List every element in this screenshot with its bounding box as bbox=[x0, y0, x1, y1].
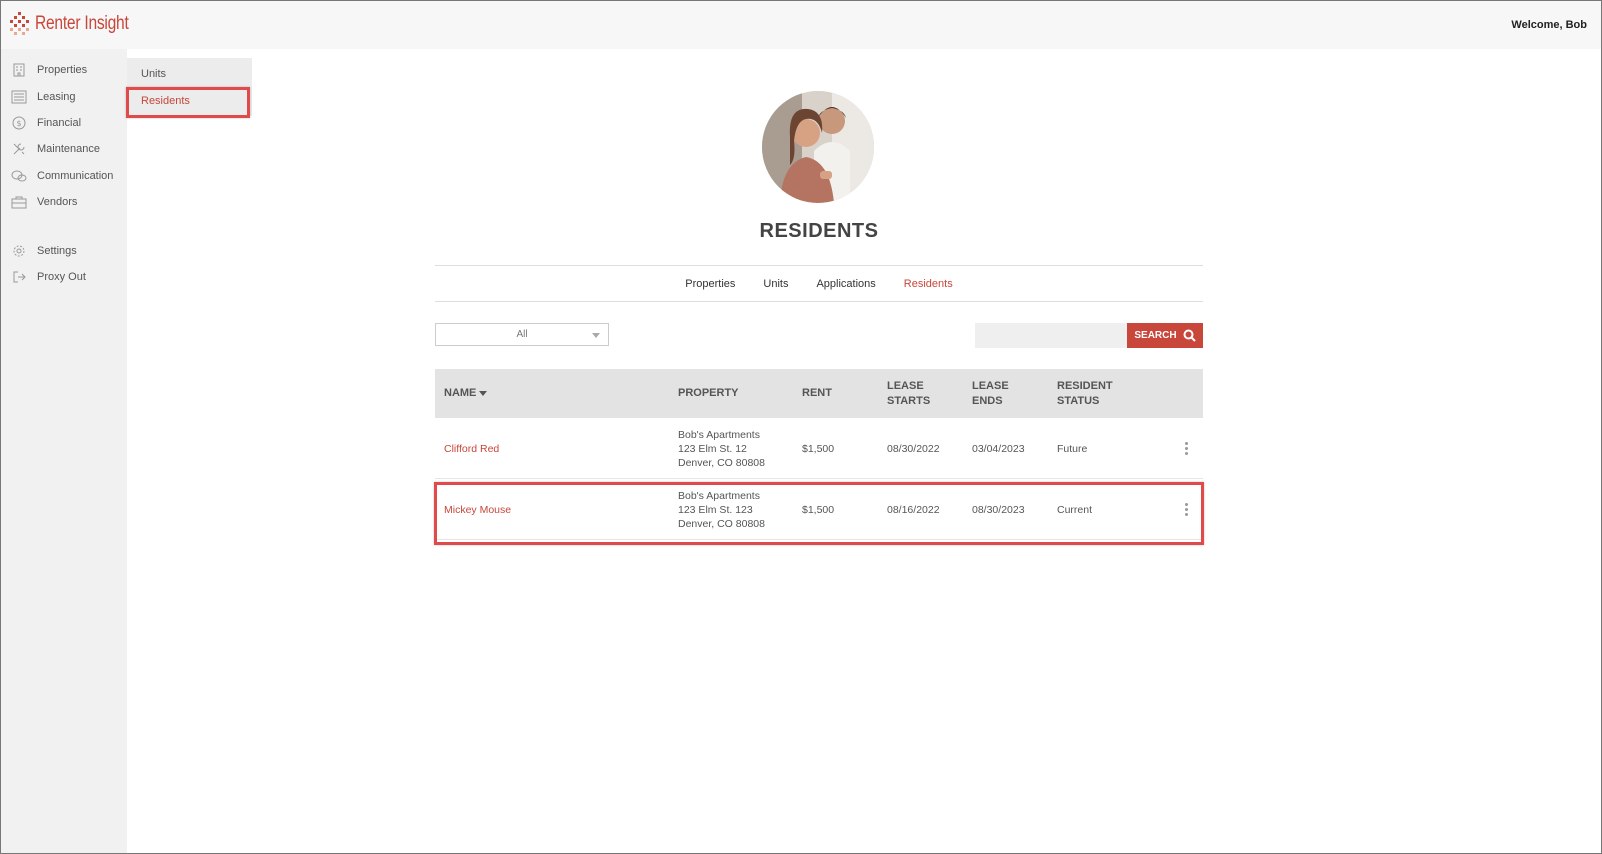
column-header-label: RENT bbox=[802, 387, 832, 399]
resident-status: Future bbox=[1057, 442, 1088, 455]
tools-icon bbox=[11, 141, 27, 157]
property-city: Denver, CO 80808 bbox=[678, 517, 765, 530]
page-title: RESIDENTS bbox=[759, 220, 879, 242]
column-header-label: PROPERTY bbox=[678, 387, 739, 399]
welcome-text: Welcome, Bob bbox=[1511, 19, 1587, 31]
subnav-item-units[interactable]: Units bbox=[127, 60, 252, 88]
lease-end-date: 08/30/2023 bbox=[972, 503, 1025, 516]
sidebar-item-label: Properties bbox=[37, 64, 88, 76]
column-header-name[interactable]: NAME bbox=[444, 369, 488, 418]
app-name: Renter Insight bbox=[35, 13, 129, 34]
sort-descending-icon bbox=[479, 391, 488, 396]
subnav-item-residents[interactable]: Residents bbox=[127, 87, 252, 115]
tab-properties[interactable]: Properties bbox=[685, 278, 735, 290]
search-icon bbox=[1183, 329, 1196, 342]
lease-end-date: 03/04/2023 bbox=[972, 442, 1025, 455]
sidebar: Properties Leasing $ Financial Maintenan… bbox=[1, 49, 127, 853]
sidebar-item-label: Proxy Out bbox=[37, 271, 86, 283]
sidebar-item-communication[interactable]: Communication bbox=[1, 165, 127, 187]
column-header-lease-ends: LEASE ENDS bbox=[972, 369, 1009, 418]
couple-photo-illustration bbox=[762, 91, 874, 203]
property-name: Bob's Apartments bbox=[678, 428, 760, 441]
column-header-label: STATUS bbox=[1057, 394, 1100, 407]
top-bar: Renter Insight Welcome, Bob bbox=[1, 1, 1601, 49]
table-row: Mickey Mouse Bob's Apartments 123 Elm St… bbox=[435, 479, 1203, 540]
logo-diamond-icon bbox=[10, 12, 29, 35]
logout-icon bbox=[11, 269, 27, 285]
briefcase-icon bbox=[11, 194, 27, 210]
sidebar-item-label: Leasing bbox=[37, 91, 76, 103]
resident-name-link[interactable]: Mickey Mouse bbox=[444, 479, 511, 540]
table-header: NAME PROPERTY RENT LEASE STARTS LEASE EN… bbox=[435, 369, 1203, 418]
sidebar-item-leasing[interactable]: Leasing bbox=[1, 86, 127, 108]
search-button[interactable]: SEARCH bbox=[1127, 323, 1203, 348]
column-header-lease-starts: LEASE STARTS bbox=[887, 369, 930, 418]
column-header-resident-status: RESIDENT STATUS bbox=[1057, 369, 1113, 418]
svg-text:$: $ bbox=[16, 119, 21, 128]
column-header-label: LEASE bbox=[972, 379, 1009, 392]
status-filter-select[interactable]: All bbox=[435, 323, 609, 346]
chevron-down-icon bbox=[592, 333, 600, 338]
section-tabs: Properties Units Applications Residents bbox=[435, 265, 1203, 302]
residents-hero-image bbox=[762, 91, 874, 203]
property-address: Bob's Apartments 123 Elm St. 12 Denver, … bbox=[678, 418, 765, 479]
tab-units[interactable]: Units bbox=[763, 278, 788, 290]
lease-start-date: 08/16/2022 bbox=[887, 503, 940, 516]
rent-value: $1,500 bbox=[802, 503, 835, 516]
list-icon bbox=[11, 89, 27, 105]
property-street: 123 Elm St. 12 bbox=[678, 442, 747, 455]
sidebar-item-proxy-out[interactable]: Proxy Out bbox=[1, 266, 127, 288]
rent-value: $1,500 bbox=[802, 442, 835, 455]
column-header-label: STARTS bbox=[887, 394, 931, 407]
row-actions-menu-icon[interactable] bbox=[1185, 503, 1189, 517]
property-street: 123 Elm St. 123 bbox=[678, 503, 753, 516]
sidebar-item-maintenance[interactable]: Maintenance bbox=[1, 138, 127, 160]
column-header-label: ENDS bbox=[972, 394, 1003, 407]
sidebar-item-label: Maintenance bbox=[37, 143, 100, 155]
status-filter-value: All bbox=[516, 329, 528, 340]
column-header-property: PROPERTY bbox=[678, 369, 739, 418]
search-input[interactable] bbox=[975, 323, 1127, 348]
property-address: Bob's Apartments 123 Elm St. 123 Denver,… bbox=[678, 479, 765, 540]
row-actions-menu-icon[interactable] bbox=[1185, 442, 1189, 456]
sidebar-item-properties[interactable]: Properties bbox=[1, 59, 127, 81]
column-header-label: LEASE bbox=[887, 379, 924, 392]
resident-name-link[interactable]: Clifford Red bbox=[444, 418, 499, 479]
tab-applications[interactable]: Applications bbox=[816, 278, 875, 290]
sub-navigation: Units Residents bbox=[127, 58, 252, 116]
sidebar-item-settings[interactable]: Settings bbox=[1, 240, 127, 262]
column-header-rent: RENT bbox=[802, 369, 832, 418]
lease-start-date: 08/30/2022 bbox=[887, 442, 940, 455]
sidebar-item-financial[interactable]: $ Financial bbox=[1, 112, 127, 134]
sidebar-item-vendors[interactable]: Vendors bbox=[1, 191, 127, 213]
sidebar-item-label: Settings bbox=[37, 245, 77, 257]
gear-icon bbox=[11, 243, 27, 259]
dollar-icon: $ bbox=[11, 115, 27, 131]
sidebar-item-label: Financial bbox=[37, 117, 82, 129]
residents-table: NAME PROPERTY RENT LEASE STARTS LEASE EN… bbox=[435, 369, 1203, 540]
chat-icon bbox=[11, 168, 27, 184]
sidebar-item-label: Vendors bbox=[37, 196, 78, 208]
building-icon bbox=[11, 62, 27, 78]
tab-residents[interactable]: Residents bbox=[904, 278, 953, 290]
column-header-label: NAME bbox=[444, 387, 477, 399]
app-logo[interactable]: Renter Insight bbox=[9, 11, 149, 37]
column-header-label: RESIDENT bbox=[1057, 379, 1113, 392]
sidebar-item-label: Communication bbox=[37, 170, 114, 182]
resident-status: Current bbox=[1057, 503, 1093, 516]
table-row: Clifford Red Bob's Apartments 123 Elm St… bbox=[435, 418, 1203, 479]
property-name: Bob's Apartments bbox=[678, 489, 760, 502]
search-button-label: SEARCH bbox=[1134, 330, 1177, 341]
property-city: Denver, CO 80808 bbox=[678, 456, 765, 469]
